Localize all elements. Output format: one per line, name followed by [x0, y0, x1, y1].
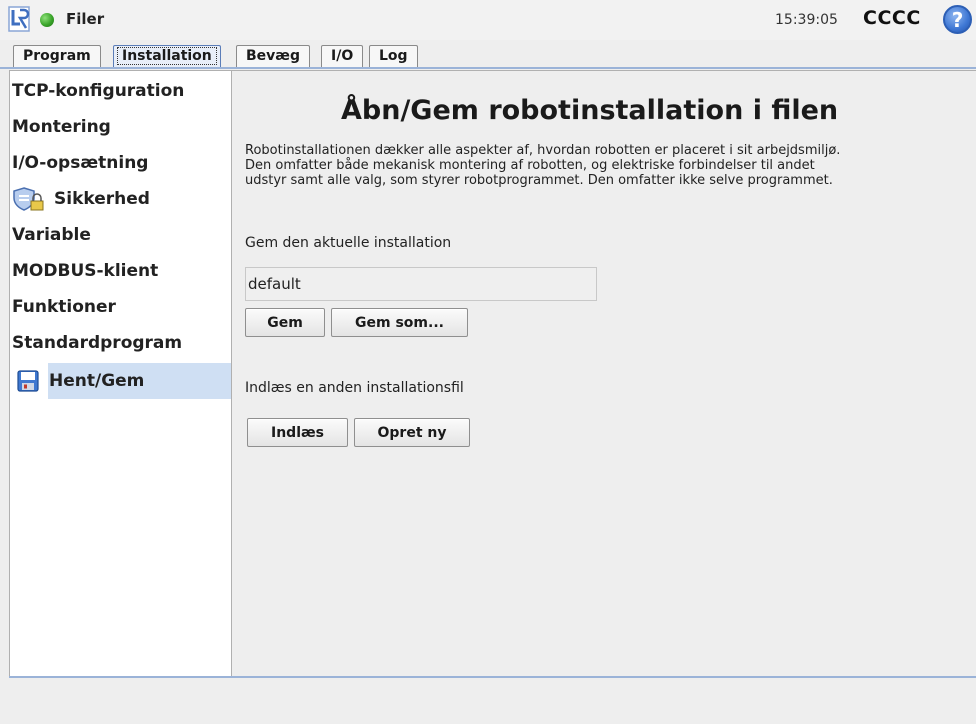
sidebar-item-label: Variable — [12, 225, 91, 245]
floppy-disk-icon — [17, 370, 39, 392]
sidebar-item-label: Montering — [12, 117, 111, 137]
sidebar-item-label: TCP-konfiguration — [12, 81, 185, 101]
sidebar-item-label: I/O-opsætning — [12, 153, 149, 173]
sidebar-item-mounting[interactable]: Montering — [10, 109, 231, 145]
tab-label: Installation — [117, 47, 217, 65]
footer-divider — [9, 676, 976, 678]
tab-label: Bevæg — [246, 48, 300, 64]
save-button[interactable]: Gem — [245, 308, 325, 337]
tab-label: I/O — [331, 48, 354, 64]
create-new-button[interactable]: Opret ny — [354, 418, 470, 447]
tab-log[interactable]: Log — [369, 45, 418, 68]
tab-divider — [0, 67, 976, 69]
robot-name: CCCC — [863, 7, 921, 29]
sidebar-item-safety[interactable]: Sikkerhed — [10, 181, 231, 217]
sidebar-item-variables[interactable]: Variable — [10, 217, 231, 253]
tab-move[interactable]: Bevæg — [236, 45, 310, 68]
tab-bar: Program Installation Bevæg I/O Log — [0, 44, 976, 68]
sidebar-item-label: Hent/Gem — [49, 371, 145, 391]
description-line: udstyr samt alle valg, som styrer robotp… — [245, 173, 833, 188]
universal-robots-logo-icon — [8, 6, 30, 32]
clock: 15:39:05 — [775, 12, 838, 28]
description-line: Robotinstallationen dækker alle aspekter… — [245, 143, 841, 158]
main-panel: Åbn/Gem robotinstallation i filen Roboti… — [232, 70, 976, 677]
load-button[interactable]: Indlæs — [247, 418, 348, 447]
sidebar-item-load-save[interactable]: Hent/Gem — [10, 363, 231, 399]
robot-status-icon — [40, 13, 54, 27]
sidebar-item-io-setup[interactable]: I/O-opsætning — [10, 145, 231, 181]
load-section-label: Indlæs en anden installationsfil — [245, 380, 464, 396]
installation-sidebar: TCP-konfiguration Montering I/O-opsætnin… — [9, 70, 232, 677]
sidebar-item-label: Standardprogram — [12, 333, 183, 353]
sidebar-item-label: MODBUS-klient — [12, 261, 159, 281]
description-line: Den omfatter både mekanisk montering af … — [245, 158, 815, 173]
sidebar-item-tcp[interactable]: TCP-konfiguration — [10, 73, 231, 109]
tab-label: Program — [23, 48, 91, 64]
description: Robotinstallationen dækker alle aspekter… — [245, 143, 970, 188]
help-button[interactable]: ? — [943, 5, 972, 34]
sidebar-item-default-program[interactable]: Standardprogram — [10, 325, 231, 361]
help-icon: ? — [951, 7, 964, 32]
sidebar-item-modbus[interactable]: MODBUS-klient — [10, 253, 231, 289]
tab-installation[interactable]: Installation — [113, 45, 221, 68]
installation-name-field[interactable]: default — [245, 267, 597, 301]
sidebar-item-label: Sikkerhed — [54, 189, 150, 209]
tab-label: Log — [379, 48, 408, 64]
tab-io[interactable]: I/O — [321, 45, 364, 68]
title-bar: Filer 15:39:05 CCCC ? — [0, 0, 976, 40]
sidebar-item-label: Funktioner — [12, 297, 116, 317]
save-as-button[interactable]: Gem som... — [331, 308, 468, 337]
save-section-label: Gem den aktuelle installation — [245, 235, 452, 251]
tab-program[interactable]: Program — [13, 45, 101, 68]
page-title: Åbn/Gem robotinstallation i filen — [341, 95, 839, 126]
app-title: Filer — [66, 10, 105, 28]
shield-lock-icon — [13, 187, 44, 211]
sidebar-item-features[interactable]: Funktioner — [10, 289, 231, 325]
